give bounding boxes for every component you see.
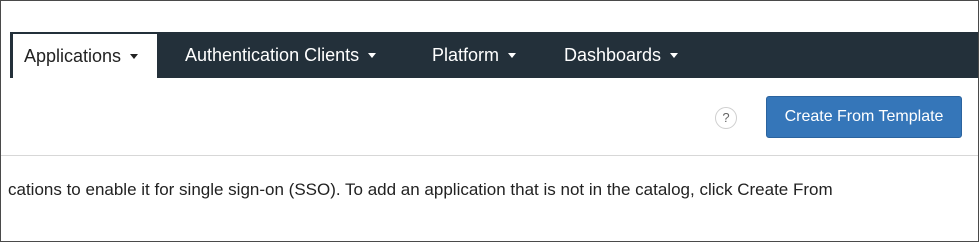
app-frame: Applications Authentication Clients Plat… [0, 0, 979, 242]
help-icon[interactable]: ? [715, 107, 737, 129]
page-description: cations to enable it for single sign-on … [8, 180, 833, 199]
nav-platform[interactable]: Platform [432, 32, 517, 78]
nav-applications[interactable]: Applications [13, 34, 157, 78]
caret-down-icon [670, 52, 679, 58]
nav-authentication-clients[interactable]: Authentication Clients [185, 32, 377, 78]
nav-dashboards[interactable]: Dashboards [564, 32, 679, 78]
nav-platform-label: Platform [432, 44, 500, 65]
caret-down-icon [368, 52, 377, 58]
nav-dashboards-label: Dashboards [564, 44, 662, 65]
top-navbar: Applications Authentication Clients Plat… [10, 32, 978, 78]
caret-down-icon [508, 52, 517, 58]
nav-authentication-clients-label: Authentication Clients [185, 44, 360, 65]
page-toolbar: ? Create From Template [1, 79, 978, 156]
caret-down-icon [130, 53, 139, 59]
create-from-template-button[interactable]: Create From Template [766, 96, 962, 138]
nav-applications-label: Applications [24, 45, 122, 66]
